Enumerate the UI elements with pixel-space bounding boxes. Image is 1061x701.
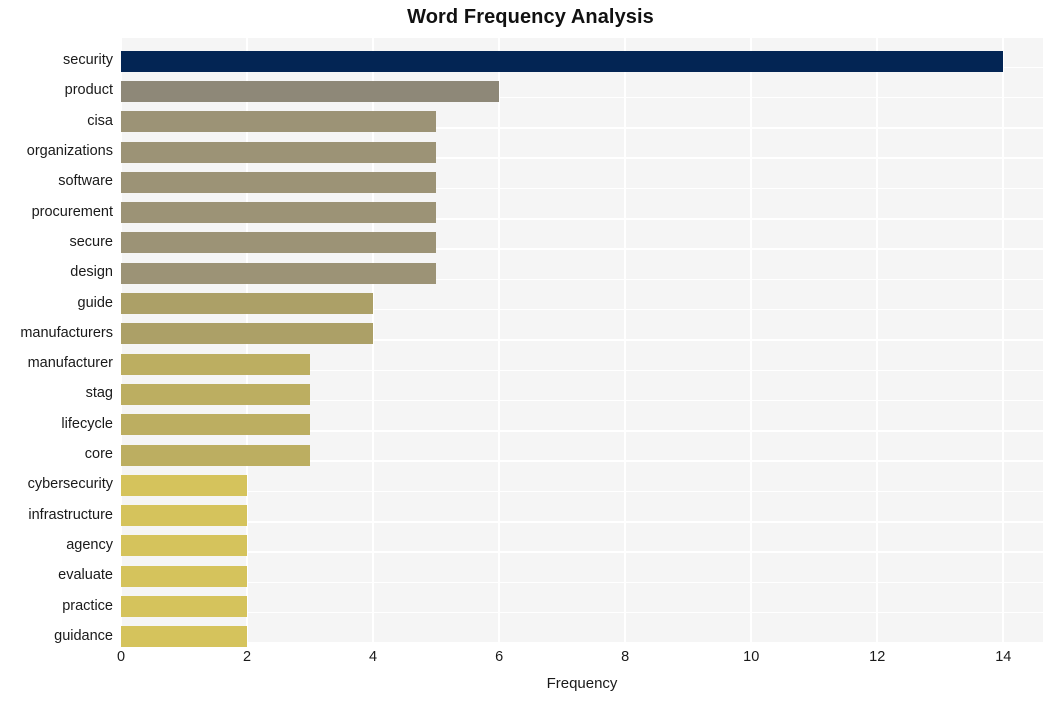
y-tick-design: design — [70, 264, 113, 281]
word-frequency-chart: Word Frequency Analysis security product c… — [0, 0, 1061, 701]
y-tick-secure: secure — [69, 233, 113, 250]
x-tick-6: 6 — [495, 649, 504, 665]
gridline-horizontal — [121, 642, 1043, 644]
x-tick-0: 0 — [116, 649, 126, 665]
bar-agency — [121, 535, 248, 557]
y-tick-lifecycle: lifecycle — [61, 415, 113, 432]
x-tick-14: 14 — [995, 649, 1012, 665]
bar-procurement — [121, 202, 437, 224]
bar-guide — [121, 293, 374, 315]
bar-software — [121, 171, 437, 193]
bar-secure — [121, 232, 437, 254]
y-tick-manufacturer: manufacturer — [27, 355, 113, 372]
bar-organizations — [121, 141, 437, 163]
y-tick-product: product — [64, 82, 113, 99]
bar-cisa — [121, 111, 437, 133]
bar-core — [121, 444, 311, 466]
bar-evaluate — [121, 565, 248, 587]
bar-lifecycle — [121, 414, 311, 436]
bar-manufacturers — [121, 323, 374, 345]
gridline-horizontal — [121, 36, 1043, 38]
y-tick-agency: agency — [66, 536, 113, 553]
x-tick-8: 8 — [621, 649, 630, 665]
gridline-horizontal — [121, 521, 1043, 523]
x-tick-10: 10 — [743, 649, 760, 665]
bar-security — [121, 50, 1004, 72]
y-tick-stag: stag — [85, 385, 113, 402]
y-tick-manufacturers: manufacturers — [20, 324, 113, 341]
y-tick-cybersecurity: cybersecurity — [27, 476, 113, 493]
gridline-horizontal — [121, 490, 1043, 493]
y-tick-procurement: procurement — [31, 203, 113, 220]
x-tick-2: 2 — [242, 649, 252, 665]
y-tick-security: security — [63, 52, 113, 69]
y-tick-practice: practice — [62, 597, 113, 614]
gridline-horizontal — [121, 611, 1043, 614]
bar-manufacturer — [121, 353, 311, 375]
gridline-horizontal — [121, 581, 1043, 584]
y-tick-guidance: guidance — [54, 627, 113, 644]
bar-guidance — [121, 626, 248, 648]
bar-infrastructure — [121, 505, 248, 527]
x-tick-12: 12 — [869, 649, 886, 665]
y-tick-guide: guide — [77, 294, 113, 311]
y-tick-software: software — [58, 173, 113, 190]
bar-practice — [121, 596, 248, 618]
plot-area — [120, 36, 1043, 648]
x-axis-title: Frequency — [546, 675, 618, 692]
y-tick-organizations: organizations — [26, 143, 113, 160]
bar-cybersecurity — [121, 474, 248, 496]
bar-design — [121, 262, 437, 284]
gridline-horizontal — [121, 551, 1043, 553]
y-tick-evaluate: evaluate — [58, 567, 113, 584]
chart-title: Word Frequency Analysis — [407, 6, 654, 28]
y-tick-core: core — [84, 446, 113, 463]
y-tick-cisa: cisa — [87, 112, 113, 129]
x-tick-4: 4 — [369, 649, 378, 665]
y-tick-infrastructure: infrastructure — [28, 506, 113, 523]
bar-product — [121, 80, 500, 102]
bar-stag — [121, 383, 311, 405]
